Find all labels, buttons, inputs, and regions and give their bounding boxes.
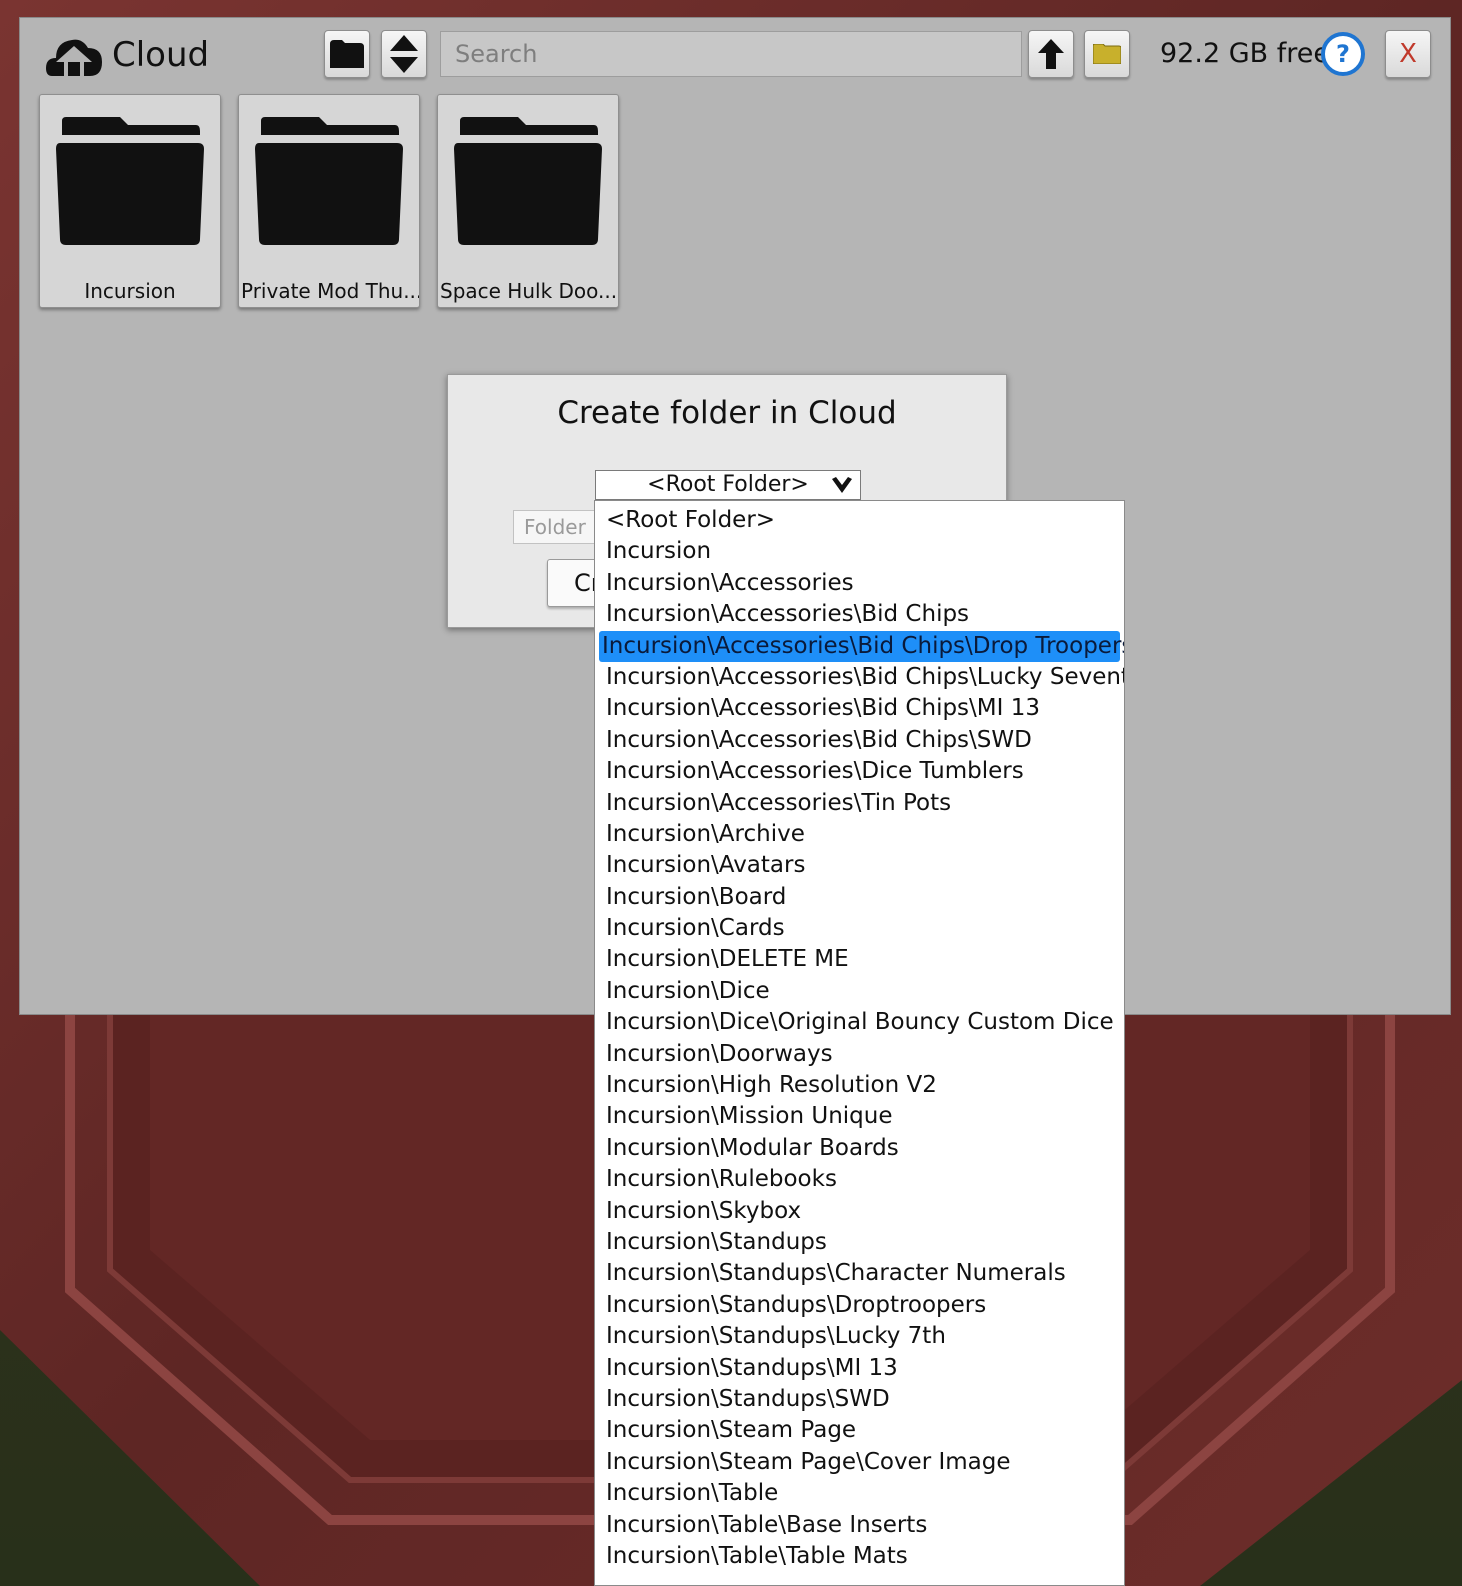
folder-icon (454, 117, 602, 245)
dropdown-option[interactable]: Incursion\Board (599, 882, 1120, 913)
dropdown-option[interactable]: Incursion\Modular Boards (599, 1133, 1120, 1164)
dropdown-option[interactable]: Incursion\Steam Page\Cover Image (599, 1447, 1120, 1478)
sort-button[interactable] (381, 30, 427, 78)
dropdown-option[interactable]: Incursion\Rulebooks (599, 1164, 1120, 1195)
dialog-title: Create folder in Cloud (557, 395, 897, 431)
browse-folder-button[interactable] (324, 30, 370, 78)
dropdown-option[interactable]: Incursion\Dice\Original Bouncy Custom Di… (599, 1007, 1120, 1038)
parent-folder-button[interactable] (1028, 30, 1074, 78)
dropdown-option[interactable]: Incursion\Accessories\Bid Chips\Drop Tro… (599, 630, 1124, 662)
dropdown-option[interactable]: Incursion\Accessories\Bid Chips\Lucky Se… (599, 662, 1124, 693)
dropdown-option[interactable]: Incursion\Accessories\Bid Chips\MI 13 (599, 693, 1120, 724)
arrow-up-icon (1038, 39, 1064, 69)
sort-icon (390, 35, 418, 73)
folder-icon (330, 40, 364, 68)
dropdown-option[interactable]: Incursion\Avatars (599, 850, 1120, 881)
chevron-down-icon (832, 477, 852, 493)
dropdown-option[interactable]: Incursion (599, 536, 1120, 567)
dropdown-option[interactable]: Incursion\Accessories\Bid Chips (599, 599, 1120, 630)
folder-icon (255, 117, 403, 245)
dropdown-option[interactable]: Incursion\Accessories\Tin Pots (599, 788, 1120, 819)
folder-icon (56, 117, 204, 245)
folder-label: Incursion (84, 279, 176, 303)
dropdown-option[interactable]: Incursion\Dice (599, 976, 1120, 1007)
parent-folder-select[interactable]: <Root Folder> (595, 470, 861, 500)
folder-tile-private-mod[interactable]: Private Mod Thu... (238, 94, 420, 308)
dropdown-option[interactable]: Incursion\Mission Unique (599, 1101, 1120, 1132)
dropdown-option[interactable]: Incursion\Skybox (599, 1196, 1120, 1227)
folder-tile-space-hulk[interactable]: Space Hulk Doo... (437, 94, 619, 308)
cloud-upload-icon (46, 39, 102, 76)
dropdown-option[interactable]: Incursion\Table\Base Inserts (599, 1510, 1120, 1541)
dropdown-option[interactable]: Incursion\Accessories\Bid Chips\SWD (599, 725, 1120, 756)
search-input[interactable]: Search (440, 31, 1022, 77)
new-folder-icon (1093, 44, 1121, 64)
dropdown-option[interactable]: Incursion\Accessories\Dice Tumblers (599, 756, 1120, 787)
dropdown-option[interactable]: Incursion\Standups\Lucky 7th (599, 1321, 1120, 1352)
dropdown-option[interactable]: Incursion\Standups\Droptroopers (599, 1290, 1120, 1321)
folder-label: Private Mod Thu... (241, 279, 419, 303)
dropdown-option[interactable]: Incursion\Cards (599, 913, 1120, 944)
free-space-label: 92.2 GB free (1160, 38, 1330, 69)
select-value: <Root Folder> (647, 472, 809, 497)
folder-tile-incursion[interactable]: Incursion (39, 94, 221, 308)
dropdown-option[interactable]: Incursion\Doorways (599, 1039, 1120, 1070)
dropdown-option[interactable]: Incursion\High Resolution V2 (599, 1070, 1120, 1101)
parent-folder-dropdown-list[interactable]: <Root Folder> Incursion Incursion\Accessor… (594, 500, 1125, 1586)
dropdown-option[interactable]: <Root Folder> (599, 505, 1120, 536)
window-title: Cloud (112, 35, 210, 75)
help-icon[interactable]: ? (1321, 32, 1365, 76)
close-button[interactable]: X (1385, 30, 1431, 78)
dropdown-option[interactable]: Incursion\Standups\SWD (599, 1384, 1120, 1415)
dropdown-option[interactable]: Incursion\Standups\MI 13 (599, 1353, 1120, 1384)
dropdown-option[interactable]: Incursion\Archive (599, 819, 1120, 850)
new-folder-button[interactable] (1084, 30, 1130, 78)
folder-label: Space Hulk Doo... (440, 279, 618, 303)
dropdown-option[interactable]: Incursion\Table\Table Mats (599, 1541, 1120, 1572)
dropdown-option[interactable]: Incursion\Standups\Character Numerals (599, 1258, 1120, 1289)
dropdown-option[interactable]: Incursion\Table (599, 1478, 1120, 1509)
dropdown-option[interactable]: Incursion\Standups (599, 1227, 1120, 1258)
dropdown-option[interactable]: Incursion\Accessories (599, 568, 1120, 599)
folder-name-input[interactable]: Folder Name (513, 510, 603, 544)
dropdown-option[interactable]: Incursion\DELETE ME (599, 944, 1120, 975)
dropdown-option[interactable]: Incursion\Steam Page (599, 1415, 1120, 1446)
